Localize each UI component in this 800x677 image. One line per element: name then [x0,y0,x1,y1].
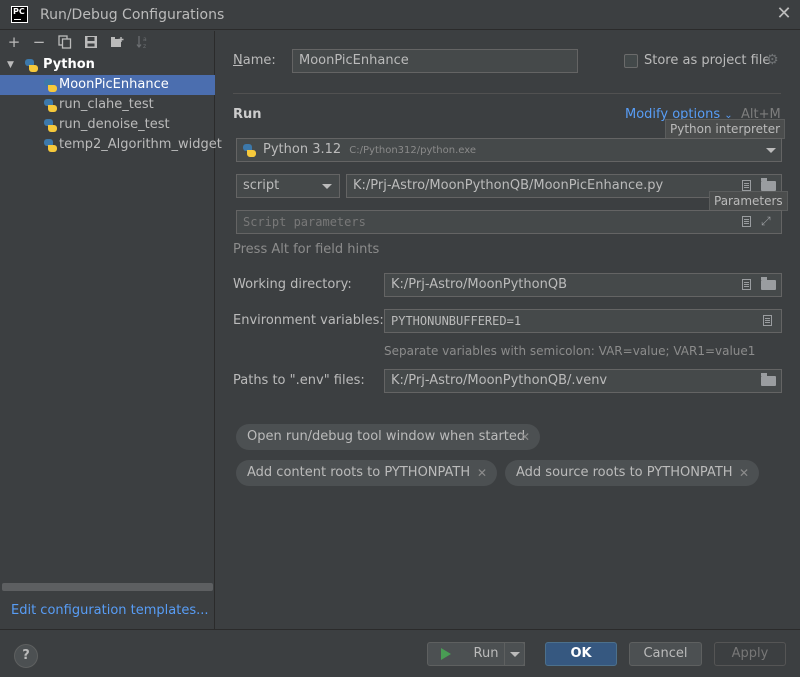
dropdown-arrow-icon[interactable] [322,184,332,189]
name-label: Name: [233,53,276,68]
text-expand-icon[interactable] [742,279,751,290]
tree-item-label: MoonPicEnhance [59,77,169,92]
chip-add-content-roots[interactable]: Add content roots to PYTHONPATH ✕ [236,460,497,486]
sort-icon[interactable]: az [136,35,150,50]
run-section-title: Run [233,107,262,122]
run-button-label: Run [473,646,499,661]
window-title: Run/Debug Configurations [40,7,225,23]
close-icon[interactable]: ✕ [520,424,530,450]
environment-variables-field[interactable]: PYTHONUNBUFFERED=1 [384,309,782,333]
python-icon [25,59,38,72]
close-icon[interactable]: ✕ [774,4,794,24]
python-icon [44,119,57,132]
help-button[interactable]: ? [14,644,38,668]
environment-variables-label: Environment variables: [233,313,384,328]
text-expand-icon[interactable] [742,216,751,227]
pycharm-logo-icon: PC [11,6,28,23]
separator [233,93,781,94]
chip-label: Open run/debug tool window when started [247,429,526,444]
horizontal-scrollbar[interactable] [2,583,213,591]
bottom-separator [0,629,800,630]
name-field[interactable]: MoonPicEnhance [292,49,578,73]
tree-item-run-denoise-test[interactable]: run_denoise_test [0,115,215,135]
dropdown-arrow-icon[interactable] [766,148,776,153]
tree-group-label: Python [43,57,95,72]
close-icon[interactable]: ✕ [477,460,487,486]
svg-text:z: z [143,43,146,49]
python-icon [44,139,57,152]
interpreter-path: C:/Python312/python.exe [349,145,477,156]
save-icon[interactable] [84,35,98,49]
dotenv-paths-label: Paths to ".env" files: [233,373,365,388]
ok-button[interactable]: OK [545,642,617,666]
alt-hint: Press Alt for field hints [233,242,380,257]
folder-icon[interactable] [761,373,776,386]
edit-templates-link[interactable]: Edit configuration templates... [11,603,209,618]
python-interpreter-tooltip: Python interpreter [665,119,786,139]
tree-group-python[interactable]: ▼ Python [0,55,215,75]
store-as-project-label: Store as project file [644,53,771,68]
new-folder-icon[interactable] [110,35,124,49]
interpreter-name: Python 3.12 [263,142,342,157]
tree-item-run-clahe-test[interactable]: run_clahe_test [0,95,215,115]
chevron-down-icon[interactable] [510,652,520,657]
logo-text: PC [13,7,25,16]
cancel-button[interactable]: Cancel [629,642,702,666]
chevron-down-icon[interactable]: ▼ [7,55,14,75]
working-directory-label: Working directory: [233,277,352,292]
script-parameters-field[interactable]: Script parameters [236,210,782,234]
script-parameters-placeholder: Script parameters [243,215,366,229]
python-icon [243,144,256,157]
environment-variables-hint: Separate variables with semicolon: VAR=v… [384,344,756,358]
gear-icon[interactable]: ⚙ [766,53,780,67]
svg-text:a: a [143,36,147,43]
chip-label: Add source roots to PYTHONPATH [516,465,733,480]
working-directory-field[interactable]: K:/Prj-Astro/MoonPythonQB [384,273,782,297]
store-as-project-checkbox[interactable] [624,54,638,68]
tree-item-moonpicenhance[interactable]: MoonPicEnhance [0,75,215,95]
folder-icon[interactable] [761,178,776,191]
interpreter-select[interactable]: Python 3.12 C:/Python312/python.exe [236,138,782,162]
tree-item-label: run_clahe_test [59,97,154,112]
copy-icon[interactable] [58,35,72,49]
folder-icon[interactable] [761,277,776,290]
tree-item-temp2-algorithm-widget[interactable]: temp2_Algorithm_widget [0,135,222,155]
tree-item-label: run_denoise_test [59,117,170,132]
tree-item-label: temp2_Algorithm_widget [59,137,222,152]
apply-button[interactable]: Apply [714,642,786,666]
parameters-tooltip: Parameters [709,191,788,211]
play-icon [441,648,451,660]
tree-toolbar: + − az [0,31,215,53]
chip-label: Add content roots to PYTHONPATH [247,465,471,480]
dotenv-paths-field[interactable]: K:/Prj-Astro/MoonPythonQB/.venv [384,369,782,393]
expand-icon[interactable]: ⤢ [761,214,775,228]
python-icon [44,79,57,92]
chip-add-source-roots[interactable]: Add source roots to PYTHONPATH ✕ [505,460,759,486]
close-icon[interactable]: ✕ [739,460,749,486]
add-icon[interactable]: + [7,35,21,50]
edit-env-icon[interactable] [763,315,772,326]
remove-icon[interactable]: − [32,35,46,50]
python-icon [44,99,57,112]
text-expand-icon[interactable] [742,180,751,191]
chip-open-run-debug-window[interactable]: Open run/debug tool window when started ✕ [236,424,540,450]
